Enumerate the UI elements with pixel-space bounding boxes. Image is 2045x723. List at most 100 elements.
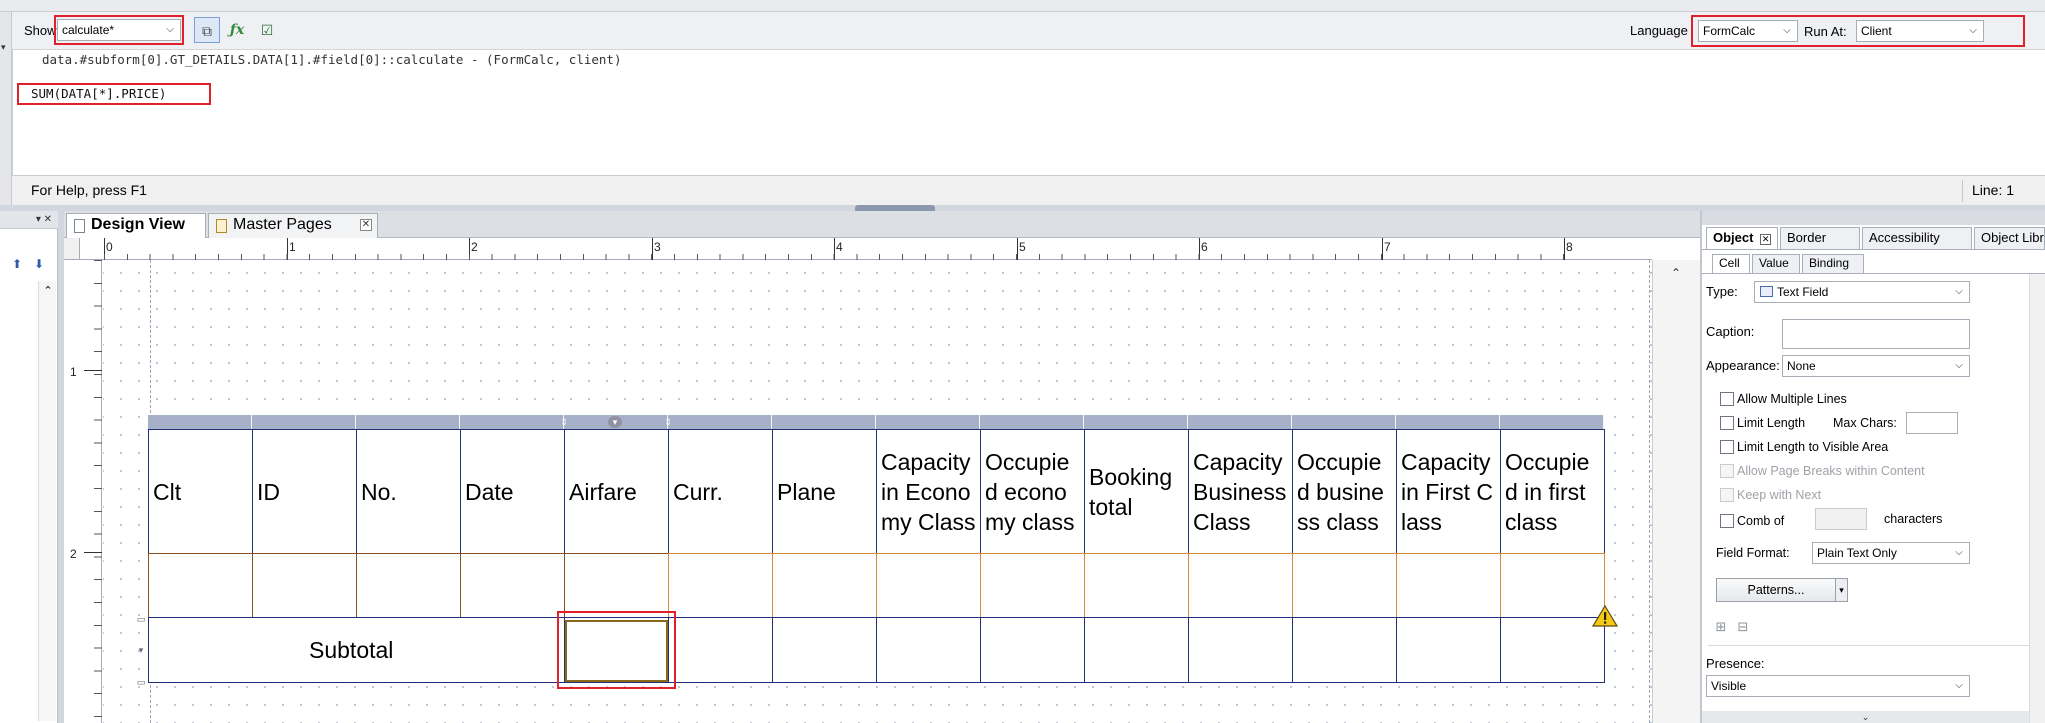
- column-handle[interactable]: [1084, 415, 1188, 429]
- warning-icon[interactable]: [1592, 605, 1618, 627]
- remove-pattern-icon[interactable]: ⊟: [1734, 619, 1752, 635]
- keep-with-next-checkbox[interactable]: [1720, 488, 1734, 502]
- table-data-cell[interactable]: [564, 553, 669, 618]
- column-handle[interactable]: [460, 415, 564, 429]
- row-marker-icon[interactable]: ▭: [134, 677, 148, 687]
- patterns-dropdown-icon[interactable]: ▾: [1835, 578, 1848, 602]
- limit-length-visible-checkbox[interactable]: [1720, 440, 1734, 454]
- table-data-cell[interactable]: [876, 617, 981, 683]
- allow-multiple-lines-checkbox[interactable]: [1720, 392, 1734, 406]
- column-resize-handle-icon[interactable]: ⇕: [663, 417, 673, 427]
- table-header-cell[interactable]: Occupied in first class: [1500, 429, 1605, 554]
- comb-of-checkbox[interactable]: [1720, 514, 1734, 528]
- move-down-icon[interactable]: ⬇: [32, 257, 46, 271]
- table-data-cell[interactable]: [1084, 553, 1189, 618]
- table-data-cell[interactable]: [356, 553, 461, 618]
- table-header-cell[interactable]: Airfare: [564, 429, 669, 554]
- allow-page-breaks-checkbox[interactable]: [1720, 464, 1734, 478]
- field-format-dropdown[interactable]: Plain Text Only ⌵: [1812, 542, 1970, 564]
- table-data-cell[interactable]: [668, 553, 773, 618]
- table-data-cell[interactable]: [668, 617, 773, 683]
- table-header-cell[interactable]: Capacity Business Class: [1188, 429, 1293, 554]
- presence-dropdown[interactable]: Visible ⌵: [1706, 675, 1970, 697]
- table-data-cell[interactable]: [1188, 553, 1293, 618]
- caption-input[interactable]: [1782, 319, 1970, 349]
- gutter-dropdown-icon[interactable]: ▾: [1, 42, 11, 52]
- table-data-cell[interactable]: [1396, 553, 1501, 618]
- run-at-dropdown[interactable]: Client ⌵: [1856, 20, 1984, 42]
- column-handle[interactable]: [668, 415, 772, 429]
- table-data-cell[interactable]: [1292, 553, 1397, 618]
- patterns-button[interactable]: Patterns...: [1716, 578, 1836, 602]
- type-dropdown[interactable]: Text Field ⌵: [1754, 281, 1970, 303]
- column-handle[interactable]: [1188, 415, 1292, 429]
- table-data-cell[interactable]: [772, 553, 877, 618]
- palette-scrollbar[interactable]: [2029, 274, 2045, 723]
- table-header-cell[interactable]: Occupied business class: [1292, 429, 1397, 554]
- column-handle[interactable]: [1500, 415, 1604, 429]
- table-header-cell[interactable]: ID: [252, 429, 357, 554]
- table-data-cell[interactable]: [980, 617, 1085, 683]
- column-handle[interactable]: [876, 415, 980, 429]
- tab-master-pages[interactable]: Master Pages ✕: [208, 213, 378, 238]
- table-data-cell[interactable]: [1292, 617, 1397, 683]
- limit-length-checkbox[interactable]: [1720, 416, 1734, 430]
- script-editor-body[interactable]: data.#subform[0].GT_DETAILS.DATA[1].#fie…: [12, 50, 2045, 175]
- column-handle[interactable]: [772, 415, 876, 429]
- tab-border[interactable]: Border: [1780, 227, 1860, 249]
- close-icon[interactable]: ✕: [1760, 234, 1772, 245]
- show-event-dropdown[interactable]: calculate* ⌵: [57, 19, 181, 41]
- canvas-scrollbar[interactable]: ⌃: [1652, 260, 1700, 723]
- table-data-cell[interactable]: [1188, 617, 1293, 683]
- language-dropdown[interactable]: FormCalc ⌵: [1698, 20, 1798, 42]
- table-data-cell[interactable]: [772, 617, 877, 683]
- column-handle[interactable]: [252, 415, 356, 429]
- table-data-cell[interactable]: [1396, 617, 1501, 683]
- scroll-up-icon[interactable]: ⌃: [41, 285, 55, 297]
- table-data-cell[interactable]: [876, 553, 981, 618]
- tab-accessibility[interactable]: Accessibility: [1862, 227, 1972, 249]
- table-header-cell[interactable]: Clt: [148, 429, 253, 554]
- palette-expand-icon[interactable]: ⌄: [1702, 711, 2029, 723]
- table-header-cell[interactable]: Capacity in First Class: [1396, 429, 1501, 554]
- table-data-cell[interactable]: [1500, 553, 1605, 618]
- column-handle[interactable]: [1292, 415, 1396, 429]
- row-marker-icon[interactable]: ▭: [134, 614, 148, 624]
- check-script-syntax-icon[interactable]: ☑: [254, 17, 280, 43]
- hierarchy-scrollbar[interactable]: ⌃: [38, 281, 56, 721]
- column-handle[interactable]: [148, 415, 252, 429]
- table-header-cell[interactable]: Curr.: [668, 429, 773, 554]
- subtab-cell[interactable]: Cell: [1712, 254, 1750, 273]
- table-header-cell[interactable]: Date: [460, 429, 565, 554]
- functions-icon[interactable]: ƒx: [224, 17, 250, 43]
- table-header-cell[interactable]: Plane: [772, 429, 877, 554]
- scroll-up-icon[interactable]: ⌃: [1667, 266, 1685, 280]
- add-pattern-icon[interactable]: ⊞: [1712, 619, 1730, 635]
- tab-object-library[interactable]: Object Library: [1974, 227, 2045, 249]
- table-data-cell[interactable]: [252, 553, 357, 618]
- column-handle[interactable]: [980, 415, 1084, 429]
- table-header-cell[interactable]: Occupied economy class: [980, 429, 1085, 554]
- table-header-cell[interactable]: Capacity in Economy Class: [876, 429, 981, 554]
- move-up-icon[interactable]: ⬆: [10, 257, 24, 271]
- table-data-cell[interactable]: [1084, 617, 1189, 683]
- table-menu-icon[interactable]: ▾: [608, 416, 622, 428]
- table-data-cell[interactable]: [148, 553, 253, 618]
- close-icon[interactable]: ✕: [360, 219, 372, 231]
- table-data-cell[interactable]: [1500, 617, 1605, 683]
- comb-count-input[interactable]: [1815, 508, 1867, 530]
- show-events-for-child-objects-icon[interactable]: ⧉: [194, 17, 220, 43]
- subtab-value[interactable]: Value: [1752, 254, 1800, 273]
- appearance-dropdown[interactable]: None ⌵: [1782, 355, 1970, 377]
- subtotal-label-cell[interactable]: Subtotal: [148, 617, 565, 683]
- tab-design-view[interactable]: Design View: [66, 213, 206, 239]
- table-header-cell[interactable]: Booking total: [1084, 429, 1189, 554]
- column-resize-handle-icon[interactable]: ⇕: [559, 417, 569, 427]
- max-chars-input[interactable]: [1906, 412, 1958, 434]
- subtab-binding[interactable]: Binding: [1802, 254, 1864, 273]
- row-expand-icon[interactable]: ▾: [134, 645, 148, 655]
- table-data-cell[interactable]: [980, 553, 1085, 618]
- table-header-cell[interactable]: No.: [356, 429, 461, 554]
- column-handle[interactable]: [1396, 415, 1500, 429]
- column-handle[interactable]: [356, 415, 460, 429]
